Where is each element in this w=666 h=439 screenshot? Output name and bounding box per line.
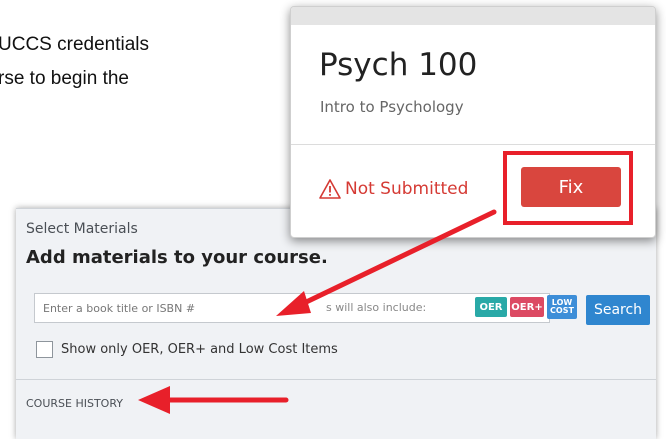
search-includes-text: s will also include:	[326, 301, 427, 314]
instruction-text-line-1: UCCS credentials	[0, 34, 149, 55]
select-materials-panel: Select Materials Add materials to your c…	[16, 208, 656, 439]
low-cost-line-2: COST	[550, 306, 574, 315]
course-subtitle: Intro to Psychology	[320, 98, 464, 116]
low-cost-badge: LOW COST	[547, 295, 577, 319]
page-heading: Add materials to your course.	[26, 247, 328, 268]
oer-plus-badge: OER+	[510, 297, 544, 317]
low-cost-filter[interactable]: Show only OER, OER+ and Low Cost Items	[36, 341, 338, 358]
fix-button[interactable]: Fix	[521, 167, 621, 207]
divider	[16, 379, 656, 380]
search-button[interactable]: Search	[586, 295, 650, 325]
low-cost-filter-label: Show only OER, OER+ and Low Cost Items	[61, 342, 338, 357]
section-label: Select Materials	[26, 221, 138, 237]
course-history-heading[interactable]: COURSE HISTORY	[26, 397, 123, 410]
low-cost-checkbox[interactable]	[36, 341, 53, 358]
course-card: Psych 100 Intro to Psychology Not Submit…	[290, 6, 656, 238]
book-search-input[interactable]	[34, 293, 550, 323]
status-badge: Not Submitted	[319, 179, 468, 199]
oer-badge: OER	[475, 297, 507, 317]
warning-icon	[319, 179, 341, 199]
instruction-text-line-2: rse to begin the	[0, 68, 129, 89]
course-title: Psych 100	[319, 47, 478, 83]
card-divider	[291, 144, 655, 145]
card-header-bar	[291, 7, 655, 25]
status-text: Not Submitted	[345, 179, 469, 199]
